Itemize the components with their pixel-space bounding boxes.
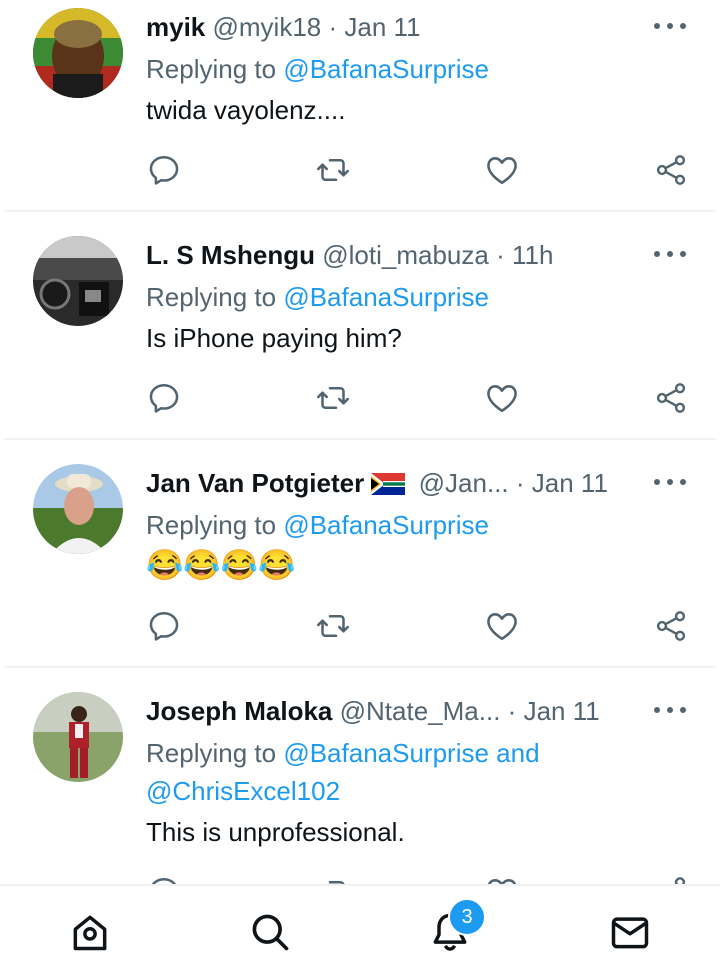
display-name[interactable]: myik [146, 12, 205, 42]
notification-count-badge[interactable]: 3 [448, 898, 486, 936]
more-options-icon[interactable] [654, 477, 686, 487]
home-icon[interactable] [68, 910, 116, 958]
tweet-actions [0, 380, 720, 420]
search-icon[interactable] [248, 910, 296, 958]
reply-icon[interactable] [146, 152, 182, 188]
more-options-icon[interactable] [654, 21, 686, 31]
retweet-icon[interactable] [315, 152, 351, 188]
timestamp[interactable]: Jan 11 [344, 12, 420, 42]
replying-to-label: Replying to [146, 282, 277, 312]
replying-to: Replying to @BafanaSurprise [146, 506, 489, 544]
display-name[interactable]: Jan Van Potgieter [146, 468, 364, 498]
like-icon[interactable] [484, 608, 520, 644]
tweet-header: Jan Van Potgieter @Jan... · Jan 11 [146, 466, 650, 500]
reply-icon[interactable] [146, 874, 182, 884]
user-handle[interactable]: @Jan... [419, 468, 509, 498]
messages-icon[interactable] [608, 910, 656, 958]
separator: · [515, 468, 525, 498]
timestamp[interactable]: 11h [512, 240, 553, 270]
share-icon[interactable] [653, 152, 689, 188]
tweet-actions [0, 874, 720, 884]
retweet-icon[interactable] [315, 608, 351, 644]
mention-link[interactable]: @BafanaSurprise [283, 282, 489, 312]
share-icon[interactable] [653, 608, 689, 644]
mention-link[interactable]: @BafanaSurprise [283, 54, 489, 84]
like-icon[interactable] [484, 380, 520, 416]
tweet-header: myik @myik18 · Jan 11 [146, 10, 650, 44]
bottom-tab-bar [0, 884, 720, 952]
replying-to: Replying to @BafanaSurprise and [146, 734, 540, 772]
separator: · [507, 696, 517, 726]
display-name[interactable]: L. S Mshengu [146, 240, 315, 270]
timestamp[interactable]: Jan 11 [524, 696, 600, 726]
separator: · [496, 240, 505, 270]
user-handle[interactable]: @myik18 [213, 12, 322, 42]
reply-feed: myik @myik18 · Jan 11 Replying to @Bafan… [0, 0, 720, 884]
tweet[interactable]: myik @myik18 · Jan 11 Replying to @Bafan… [0, 0, 720, 212]
tweet[interactable]: Jan Van Potgieter @Jan... · Jan 11 Reply… [0, 440, 720, 668]
mention-link[interactable]: @BafanaSurprise [283, 510, 489, 540]
avatar[interactable] [33, 236, 123, 326]
tweet-text: Is iPhone paying him? [146, 323, 402, 353]
tweet-actions [0, 152, 720, 192]
tweet-text: This is unprofessional. [146, 817, 405, 847]
mention-link[interactable]: @ChrisExcel102 [146, 772, 340, 810]
replying-to-label: Replying to [146, 510, 277, 540]
avatar[interactable] [33, 8, 123, 98]
tweet-header: Joseph Maloka @Ntate_Ma... · Jan 11 [146, 694, 650, 728]
tweet-actions [0, 608, 720, 648]
reply-icon[interactable] [146, 380, 182, 416]
tweet-text: twida vayolenz.... [146, 95, 346, 125]
south-africa-flag-icon [371, 473, 406, 495]
user-handle[interactable]: @Ntate_Ma... [340, 696, 501, 726]
share-icon[interactable] [653, 874, 689, 884]
display-name[interactable]: Joseph Maloka [146, 696, 332, 726]
tweet[interactable]: Joseph Maloka @Ntate_Ma... · Jan 11 Repl… [0, 668, 720, 884]
replying-to: Replying to @BafanaSurprise [146, 278, 489, 316]
retweet-icon[interactable] [315, 874, 351, 884]
like-icon[interactable] [484, 874, 520, 884]
tweet-header: L. S Mshengu @loti_mabuza · 11h [146, 238, 650, 272]
tweet-text: 😂😂😂😂 [146, 549, 296, 582]
replying-to-label: Replying to [146, 738, 277, 768]
like-icon[interactable] [484, 152, 520, 188]
reply-icon[interactable] [146, 608, 182, 644]
tweet[interactable]: L. S Mshengu @loti_mabuza · 11h Replying… [0, 212, 720, 440]
separator: · [328, 12, 338, 42]
avatar[interactable] [33, 464, 123, 554]
user-handle[interactable]: @loti_mabuza [322, 240, 489, 270]
share-icon[interactable] [653, 380, 689, 416]
retweet-icon[interactable] [315, 380, 351, 416]
avatar[interactable] [33, 692, 123, 782]
timestamp[interactable]: Jan 11 [532, 468, 608, 498]
replying-to: Replying to @BafanaSurprise [146, 50, 489, 88]
mention-link[interactable]: @BafanaSurprise and [283, 738, 539, 768]
more-options-icon[interactable] [654, 705, 686, 715]
replying-to-label: Replying to [146, 54, 277, 84]
more-options-icon[interactable] [654, 249, 686, 259]
